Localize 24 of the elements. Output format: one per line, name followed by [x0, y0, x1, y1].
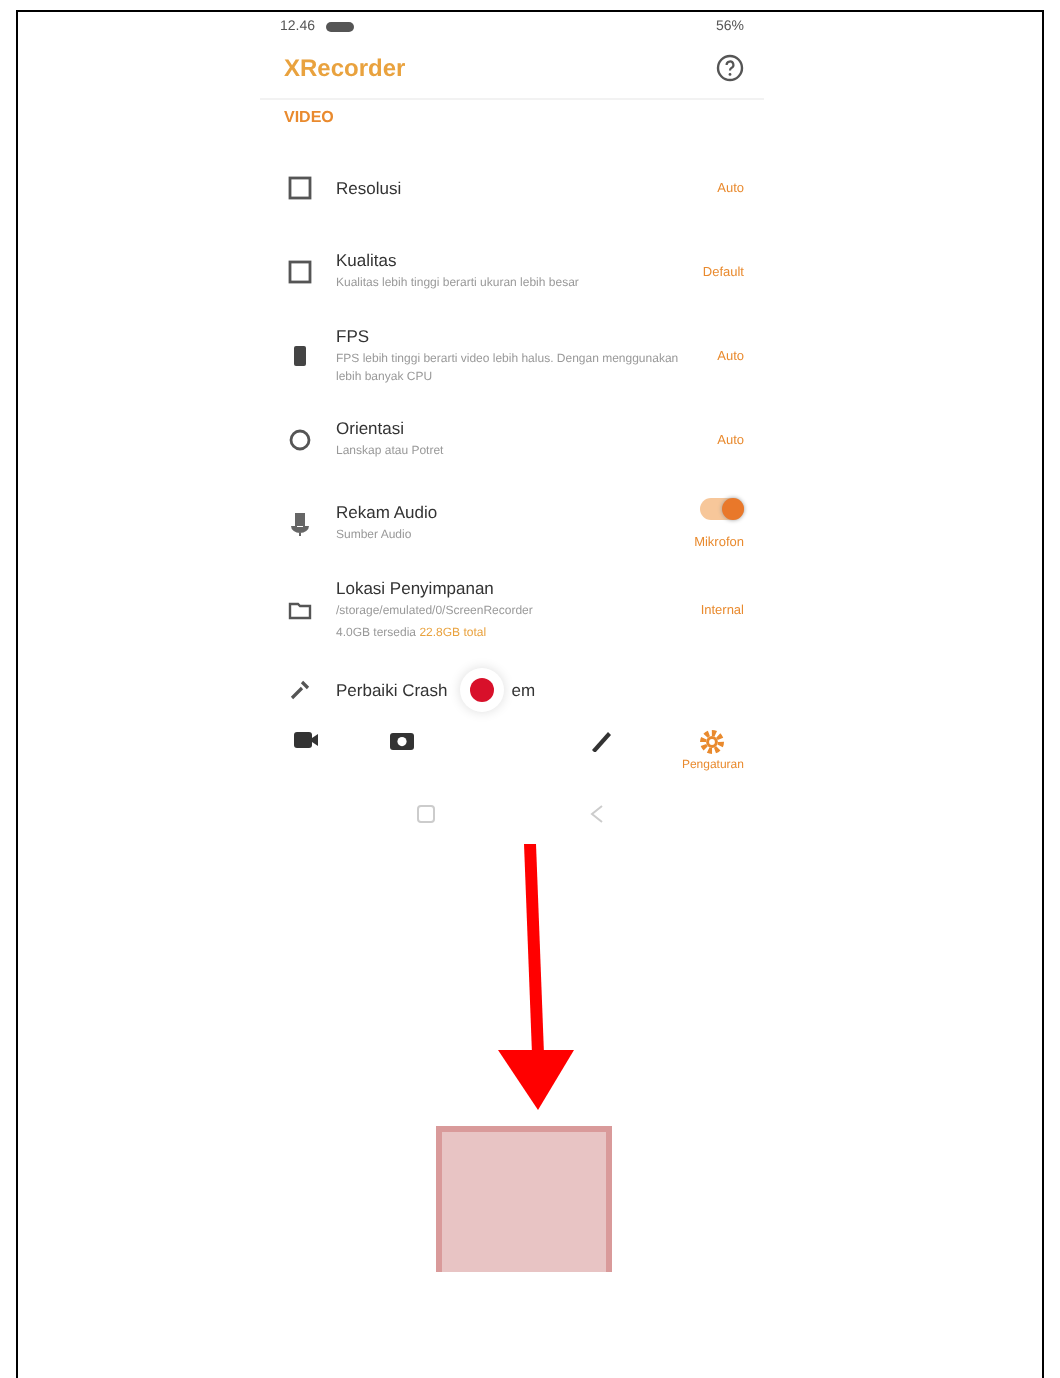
- record-button[interactable]: [459, 667, 504, 712]
- notification-icon: [325, 22, 354, 32]
- section-heading: VIDEO: [282, 106, 336, 130]
- setting-title: FPS: [336, 326, 370, 347]
- setting-icon: [288, 428, 312, 452]
- setting-icon: [288, 598, 312, 623]
- setting-title: Perbaiki Crash: [336, 679, 448, 700]
- app-title: XRecorder: [284, 54, 406, 82]
- setting-icon: [288, 344, 312, 368]
- camera-icon: [388, 727, 417, 752]
- settings-icon: [698, 727, 727, 756]
- setting-icon: [288, 677, 312, 702]
- toggle-switch[interactable]: [700, 498, 744, 520]
- setting-title: Rekam Audio: [336, 502, 438, 523]
- video-camera-icon: [292, 727, 320, 752]
- help-icon[interactable]: [716, 54, 744, 82]
- setting-title: Resolusi: [336, 178, 402, 198]
- setting-title: Lokasi Penyimpanan: [336, 578, 494, 598]
- setting-title: Orientasi: [336, 418, 405, 439]
- setting-icon: [288, 260, 312, 284]
- setting-icon: [288, 512, 312, 536]
- setting-icon: [288, 176, 312, 200]
- setting-title-tail: em: [511, 679, 536, 700]
- setting-title: Kualitas: [336, 250, 397, 271]
